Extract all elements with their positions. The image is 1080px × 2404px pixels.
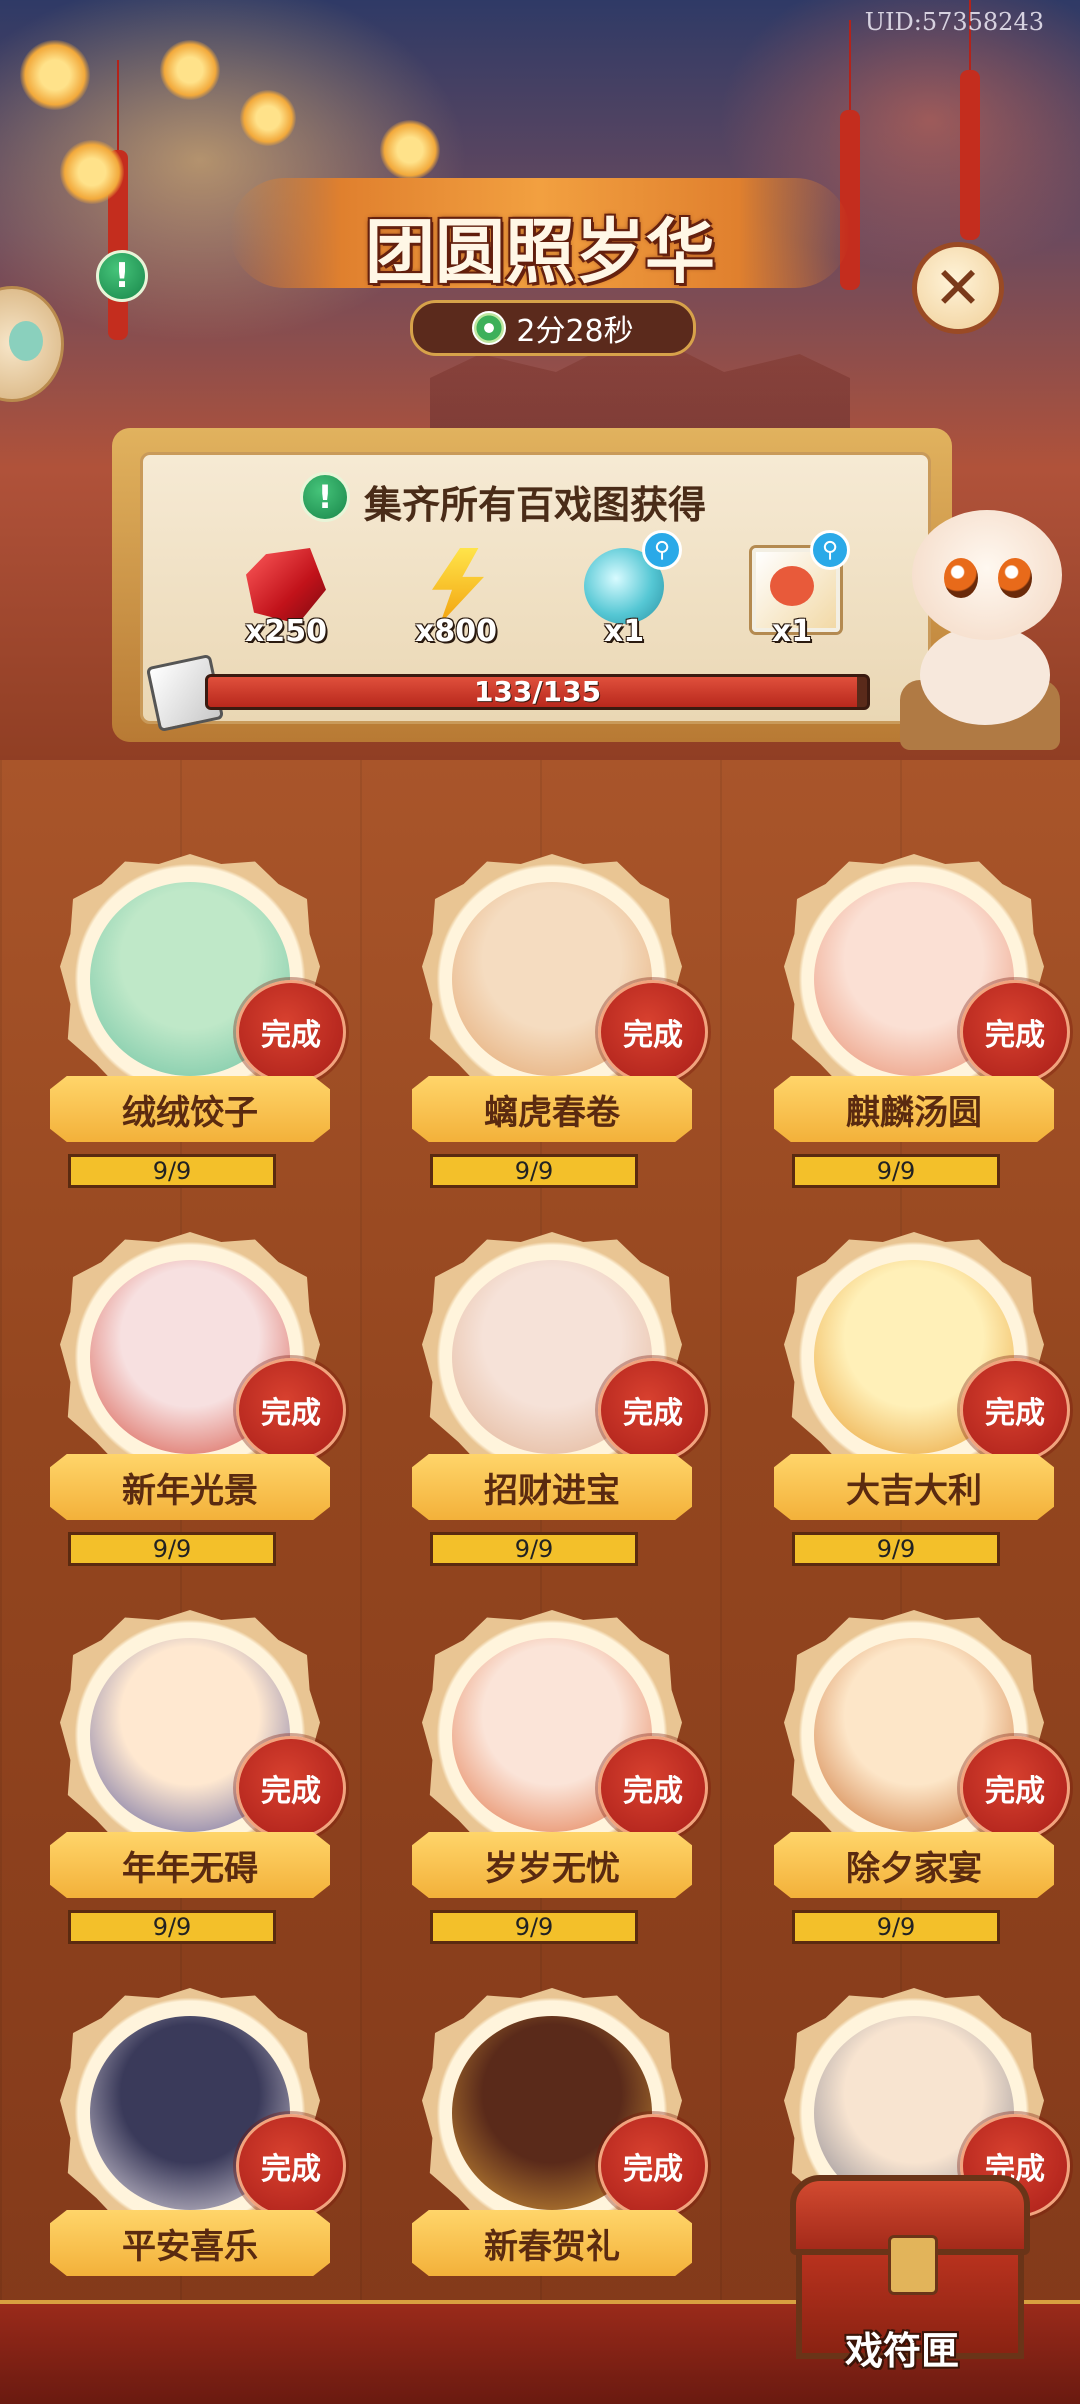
item-count-bar: 9/9 [430, 1154, 638, 1188]
complete-badge: 完成 [598, 2114, 708, 2218]
reward-quantity: x1 [771, 614, 813, 649]
complete-badge: 完成 [598, 1736, 708, 1840]
collection-item[interactable]: 完成新春贺礼 [412, 1988, 708, 2328]
timer-text: 2分28秒 [516, 314, 634, 349]
item-name-ribbon: 年年无碍 [50, 1832, 330, 1898]
item-name: 新年光景 [122, 1470, 258, 1511]
user-id-label: UID:57358243 [864, 8, 1044, 36]
collection-item[interactable]: 完成年年无碍 9/9 [50, 1610, 346, 1950]
item-count-bar: 9/9 [430, 1532, 638, 1566]
item-count-bar: 9/9 [68, 1910, 276, 1944]
mascot-head [912, 510, 1062, 640]
collection-item[interactable]: 完成螭虎春卷 9/9 [412, 854, 708, 1194]
item-name-ribbon: 螭虎春卷 [412, 1076, 692, 1142]
complete-badge: 完成 [598, 1358, 708, 1462]
item-name: 新春贺礼 [484, 2226, 620, 2267]
item-name: 年年无碍 [122, 1848, 258, 1889]
collection-item[interactable]: 完成大吉大利 9/9 [774, 1232, 1070, 1572]
lightning-icon [432, 548, 484, 624]
complete-badge: 完成 [236, 2114, 346, 2218]
item-count-bar: 9/9 [792, 1154, 1000, 1188]
complete-badge: 完成 [236, 980, 346, 1084]
item-name: 绒绒饺子 [122, 1092, 258, 1133]
item-name: 除夕家宴 [846, 1848, 982, 1889]
reward-item-energy[interactable]: x800 [396, 548, 516, 658]
plum-blossom [60, 140, 124, 204]
complete-badge: 完成 [960, 1736, 1070, 1840]
plum-blossom [20, 40, 90, 110]
item-name: 麒麟汤圆 [846, 1092, 982, 1133]
collection-item[interactable]: 完成平安喜乐 [50, 1988, 346, 2328]
clock-icon [472, 311, 507, 345]
item-name: 平安喜乐 [122, 2226, 258, 2267]
item-name-ribbon: 岁岁无忧 [412, 1832, 692, 1898]
collection-item[interactable]: 完成招财进宝 9/9 [412, 1232, 708, 1572]
red-tassel-ornament [960, 0, 980, 240]
item-name-ribbon: 麒麟汤圆 [774, 1076, 1054, 1142]
countdown-timer: 2分28秒 [410, 300, 696, 356]
chest-label: 戏符匣 [845, 2328, 960, 2373]
page-title: 团圆照岁华 [365, 210, 715, 293]
reward-heading: 集齐所有百戏图获得 [364, 482, 707, 527]
reward-quantity: x250 [245, 614, 327, 649]
mascot-eye [944, 558, 978, 598]
info-icon[interactable]: ! [300, 472, 350, 522]
item-name-ribbon: 除夕家宴 [774, 1832, 1054, 1898]
complete-badge: 完成 [236, 1358, 346, 1462]
complete-badge: 完成 [960, 1358, 1070, 1462]
magnifier-icon[interactable]: ⚲ [642, 530, 682, 570]
item-count-bar: 9/9 [430, 1910, 638, 1944]
reward-quantity: x1 [603, 614, 645, 649]
item-name: 招财进宝 [484, 1470, 620, 1511]
magnifier-icon[interactable]: ⚲ [810, 530, 850, 570]
collection-item[interactable]: 完成麒麟汤圆 9/9 [774, 854, 1070, 1194]
lion-cat-mascot [900, 510, 1070, 760]
complete-badge: 完成 [236, 1736, 346, 1840]
item-count-bar: 9/9 [68, 1532, 276, 1566]
complete-badge: 完成 [960, 980, 1070, 1084]
item-name-ribbon: 新年光景 [50, 1454, 330, 1520]
complete-badge: 完成 [598, 980, 708, 1084]
item-count-bar: 9/9 [792, 1910, 1000, 1944]
item-name: 螭虎春卷 [484, 1092, 620, 1133]
info-button[interactable]: ! [96, 250, 148, 302]
plum-blossom [160, 40, 220, 100]
reward-quantity: x800 [415, 614, 497, 649]
reward-item-gems[interactable]: x250 [226, 548, 346, 658]
item-count-bar: 9/9 [68, 1154, 276, 1188]
close-button[interactable]: ✕ [912, 242, 1004, 334]
collection-item[interactable]: 完成新年光景 9/9 [50, 1232, 346, 1572]
plum-blossom [380, 120, 440, 180]
item-name: 大吉大利 [846, 1470, 982, 1511]
red-gem-icon [246, 548, 326, 624]
progress-text: 133/135 [473, 675, 602, 708]
item-name-ribbon: 绒绒饺子 [50, 1076, 330, 1142]
item-name-ribbon: 平安喜乐 [50, 2210, 330, 2276]
collection-item[interactable]: 完成除夕家宴 9/9 [774, 1610, 1070, 1950]
item-name-ribbon: 新春贺礼 [412, 2210, 692, 2276]
item-name: 岁岁无忧 [484, 1848, 620, 1889]
collection-item[interactable]: 完成岁岁无忧 9/9 [412, 1610, 708, 1950]
mascot-eye [998, 558, 1032, 598]
item-name-ribbon: 招财进宝 [412, 1454, 692, 1520]
chest-lock-icon [888, 2235, 938, 2295]
mascot-body [920, 625, 1050, 725]
item-name-ribbon: 大吉大利 [774, 1454, 1054, 1520]
item-count-bar: 9/9 [792, 1532, 1000, 1566]
plum-blossom [240, 90, 296, 146]
collection-item[interactable]: 完成绒绒饺子 9/9 [50, 854, 346, 1194]
